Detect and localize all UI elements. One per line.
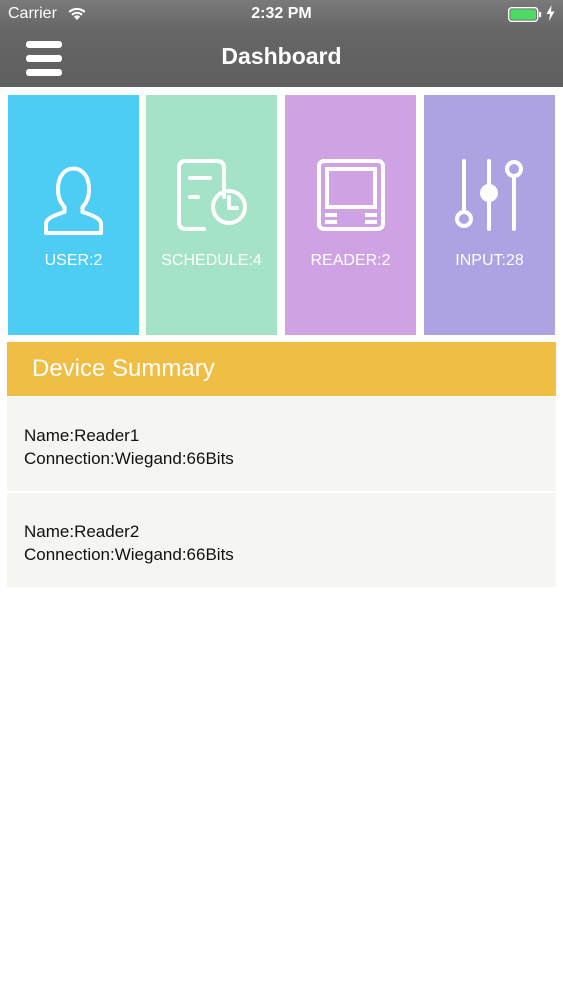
status-bar: Carrier 2:32 PM [0,0,563,30]
device-connection: Connection:Wiegand:66Bits [24,449,234,468]
sliders-icon [424,157,555,237]
page-title: Dashboard [221,43,342,69]
input-tile[interactable]: INPUT:28 [424,95,555,335]
schedule-icon [146,157,277,237]
user-count-label: USER:2 [44,252,103,269]
schedule-count-label: SCHEDULE:4 [161,252,262,269]
summary-tiles: USER:2 SCHEDULE:4 READER:2 INPUT:28 [8,95,556,335]
reader-icon [285,157,416,237]
user-icon [8,157,139,237]
reader-count-label: READER:2 [310,252,391,269]
reader-tile[interactable]: READER:2 [285,95,416,335]
charging-icon [546,5,555,26]
device-row-reader1[interactable]: Name:Reader1 Connection:Wiegand:66Bits [7,397,556,491]
user-tile[interactable]: USER:2 [8,95,139,335]
clock: 2:32 PM [251,5,312,22]
device-name: Name:Reader2 [24,522,140,541]
device-summary-header: Device Summary [7,342,556,396]
navigation-bar: Dashboard [0,30,563,87]
device-name: Name:Reader1 [24,426,140,445]
input-count-label: INPUT:28 [455,252,524,269]
schedule-tile[interactable]: SCHEDULE:4 [146,95,277,335]
device-connection: Connection:Wiegand:66Bits [24,545,234,564]
device-summary-title: Device Summary [32,355,215,382]
device-row-reader2[interactable]: Name:Reader2 Connection:Wiegand:66Bits [7,493,556,587]
battery-icon [507,6,542,27]
